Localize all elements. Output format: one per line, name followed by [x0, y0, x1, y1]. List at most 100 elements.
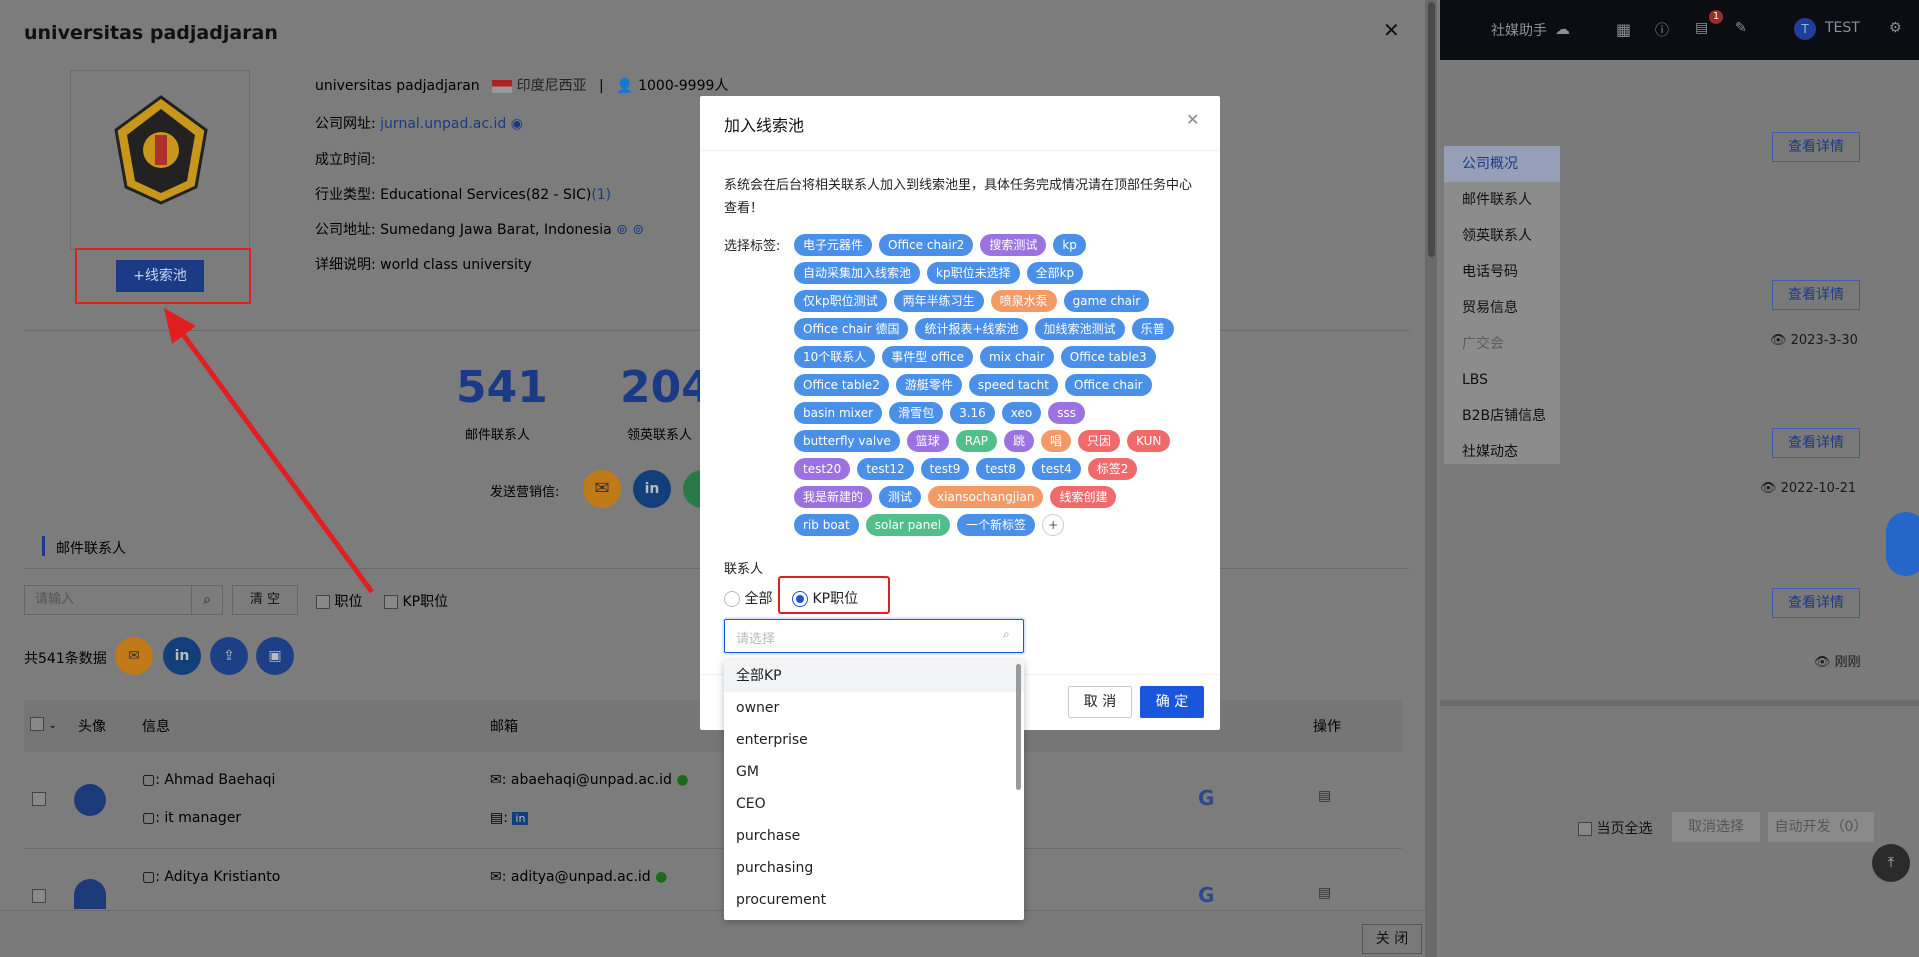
tag-chip[interactable]: kp: [1053, 234, 1086, 256]
radio-all[interactable]: [724, 591, 740, 607]
detail-button-4[interactable]: 查看详情: [1772, 588, 1860, 618]
tag-chip[interactable]: test20: [794, 458, 851, 480]
tag-chip[interactable]: butterfly valve: [794, 430, 900, 452]
tag-chip[interactable]: 测试: [879, 486, 922, 508]
map-pin-icon[interactable]: ⊚ ⊚: [616, 222, 644, 238]
option-all-kp[interactable]: 全部KP: [724, 660, 1024, 692]
menu-item-overview[interactable]: 公司概况: [1444, 146, 1560, 182]
cloud-upload-icon[interactable]: ☁: [1555, 20, 1570, 38]
tag-chip[interactable]: Office chair2: [879, 234, 974, 256]
tag-chip[interactable]: basin mixer: [794, 402, 883, 424]
radio-kp[interactable]: [792, 591, 808, 607]
note-icon[interactable]: ▤: [1318, 885, 1331, 901]
site-link[interactable]: jurnal.unpad.ac.id: [380, 116, 506, 132]
robot-assistant-icon[interactable]: [1886, 512, 1919, 576]
tasks-icon[interactable]: ▤: [1695, 20, 1708, 36]
tag-chip[interactable]: 唱: [1041, 430, 1072, 452]
kp-position-checkbox[interactable]: [384, 595, 398, 609]
tag-chip[interactable]: RAP: [955, 430, 998, 452]
tag-chip[interactable]: test8: [976, 458, 1026, 480]
industry-count[interactable]: (1): [591, 187, 611, 203]
upload-icon[interactable]: ⇪: [210, 637, 248, 675]
add-pool-button[interactable]: +线索池: [116, 260, 204, 292]
tag-chip[interactable]: 电子元器件: [794, 234, 873, 256]
linkedin-icon[interactable]: in: [163, 637, 201, 675]
menu-item-phone[interactable]: 电话号码: [1444, 254, 1560, 290]
detail-button-3[interactable]: 查看详情: [1772, 428, 1860, 458]
tag-chip[interactable]: kp职位未选择: [927, 262, 1020, 284]
chevron-down-icon[interactable]: ⌄: [48, 720, 56, 731]
tag-chip[interactable]: 仅kp职位测试: [794, 290, 887, 312]
tag-chip[interactable]: xiansochangjian: [928, 486, 1044, 508]
tag-chip[interactable]: Office table3: [1060, 346, 1156, 368]
tag-chip[interactable]: Office chair 德国: [794, 318, 909, 340]
option-owner[interactable]: owner: [724, 692, 1024, 724]
close-button[interactable]: 关 闭: [1362, 924, 1422, 954]
option-procurement[interactable]: procurement: [724, 884, 1024, 916]
dropdown-scrollbar[interactable]: [1016, 664, 1021, 790]
menu-item-b2b[interactable]: B2B店铺信息: [1444, 398, 1560, 434]
ok-button[interactable]: 确 定: [1140, 686, 1204, 718]
tag-chip[interactable]: rib boat: [794, 514, 859, 536]
option-ceo[interactable]: CEO: [724, 788, 1024, 820]
tag-chip[interactable]: 两年半练习生: [893, 290, 984, 312]
tag-chip[interactable]: 搜索测试: [980, 234, 1047, 256]
tag-chip[interactable]: xeo: [1001, 402, 1042, 424]
contact-email[interactable]: abaehaqi@unpad.ac.id: [511, 772, 672, 788]
add-tag-icon[interactable]: +: [1042, 514, 1065, 536]
linkedin-icon[interactable]: in: [633, 470, 671, 508]
menu-item-linkedin-contacts[interactable]: 领英联系人: [1444, 218, 1560, 254]
google-icon[interactable]: G: [1198, 883, 1214, 907]
auto-dev-button[interactable]: 自动开发（0）: [1768, 812, 1874, 842]
linkedin-contacts-count[interactable]: 204: [620, 362, 712, 413]
tag-chip[interactable]: 喷泉水泵: [990, 290, 1057, 312]
edit-icon[interactable]: ✎: [1735, 20, 1747, 36]
contact-email[interactable]: aditya@unpad.ac.id: [511, 869, 651, 885]
note-icon[interactable]: ▣: [256, 637, 294, 675]
tag-chip[interactable]: test4: [1032, 458, 1081, 480]
settings-icon[interactable]: ⚙: [1889, 20, 1902, 36]
google-icon[interactable]: G: [1198, 786, 1214, 810]
select-all-checkbox[interactable]: [1578, 822, 1592, 836]
user-name[interactable]: TEST: [1825, 20, 1860, 36]
menu-item-lbs[interactable]: LBS: [1444, 362, 1560, 398]
tag-chip[interactable]: 统计报表+线索池: [915, 318, 1028, 340]
tag-chip[interactable]: 乐普: [1131, 318, 1174, 340]
tag-chip[interactable]: 只因: [1078, 430, 1121, 452]
tag-chip[interactable]: 自动采集加入线索池: [794, 262, 921, 284]
detail-button-1[interactable]: 查看详情: [1772, 132, 1860, 162]
menu-item-email-contacts[interactable]: 邮件联系人: [1444, 182, 1560, 218]
close-icon[interactable]: ✕: [1383, 18, 1400, 42]
menu-item-social[interactable]: 社媒动态: [1444, 434, 1560, 470]
tag-chip[interactable]: KUN: [1127, 430, 1171, 452]
contact-name[interactable]: Aditya Kristianto: [164, 869, 280, 885]
tag-chip[interactable]: 标签2: [1087, 458, 1138, 480]
close-icon[interactable]: ✕: [1186, 110, 1199, 129]
option-gm[interactable]: GM: [724, 756, 1024, 788]
tag-chip[interactable]: 事件型 office: [882, 346, 974, 368]
tag-chip[interactable]: speed tacht: [968, 374, 1058, 396]
tag-chip[interactable]: sss: [1048, 402, 1086, 424]
tag-chip[interactable]: test9: [920, 458, 970, 480]
tag-chip[interactable]: 10个联系人: [794, 346, 876, 368]
tag-chip[interactable]: 篮球: [906, 430, 949, 452]
tag-chip[interactable]: mix chair: [980, 346, 1054, 368]
tag-chip[interactable]: Office chair: [1064, 374, 1152, 396]
cancel-button[interactable]: 取 消: [1068, 686, 1132, 718]
tag-chip[interactable]: 全部kp: [1026, 262, 1084, 284]
tag-chip[interactable]: 一个新标签: [957, 514, 1036, 536]
option-enterprise[interactable]: enterprise: [724, 724, 1024, 756]
tag-chip[interactable]: 加线索池测试: [1034, 318, 1125, 340]
tag-chip[interactable]: Office table2: [794, 374, 889, 396]
row-checkbox[interactable]: [32, 792, 46, 806]
tag-chip[interactable]: 滑雪包: [889, 402, 944, 424]
tag-chip[interactable]: 3.16: [950, 402, 995, 424]
kp-select[interactable]: 请选择 ⌕: [724, 619, 1024, 653]
row-checkbox[interactable]: [32, 889, 46, 903]
menu-item-trade[interactable]: 贸易信息: [1444, 290, 1560, 326]
apps-grid-icon[interactable]: ▦: [1616, 20, 1631, 39]
email-icon[interactable]: ✉: [115, 637, 153, 675]
avatar[interactable]: T: [1794, 18, 1816, 40]
tag-chip[interactable]: game chair: [1063, 290, 1150, 312]
eye-icon[interactable]: ◉: [511, 116, 523, 132]
